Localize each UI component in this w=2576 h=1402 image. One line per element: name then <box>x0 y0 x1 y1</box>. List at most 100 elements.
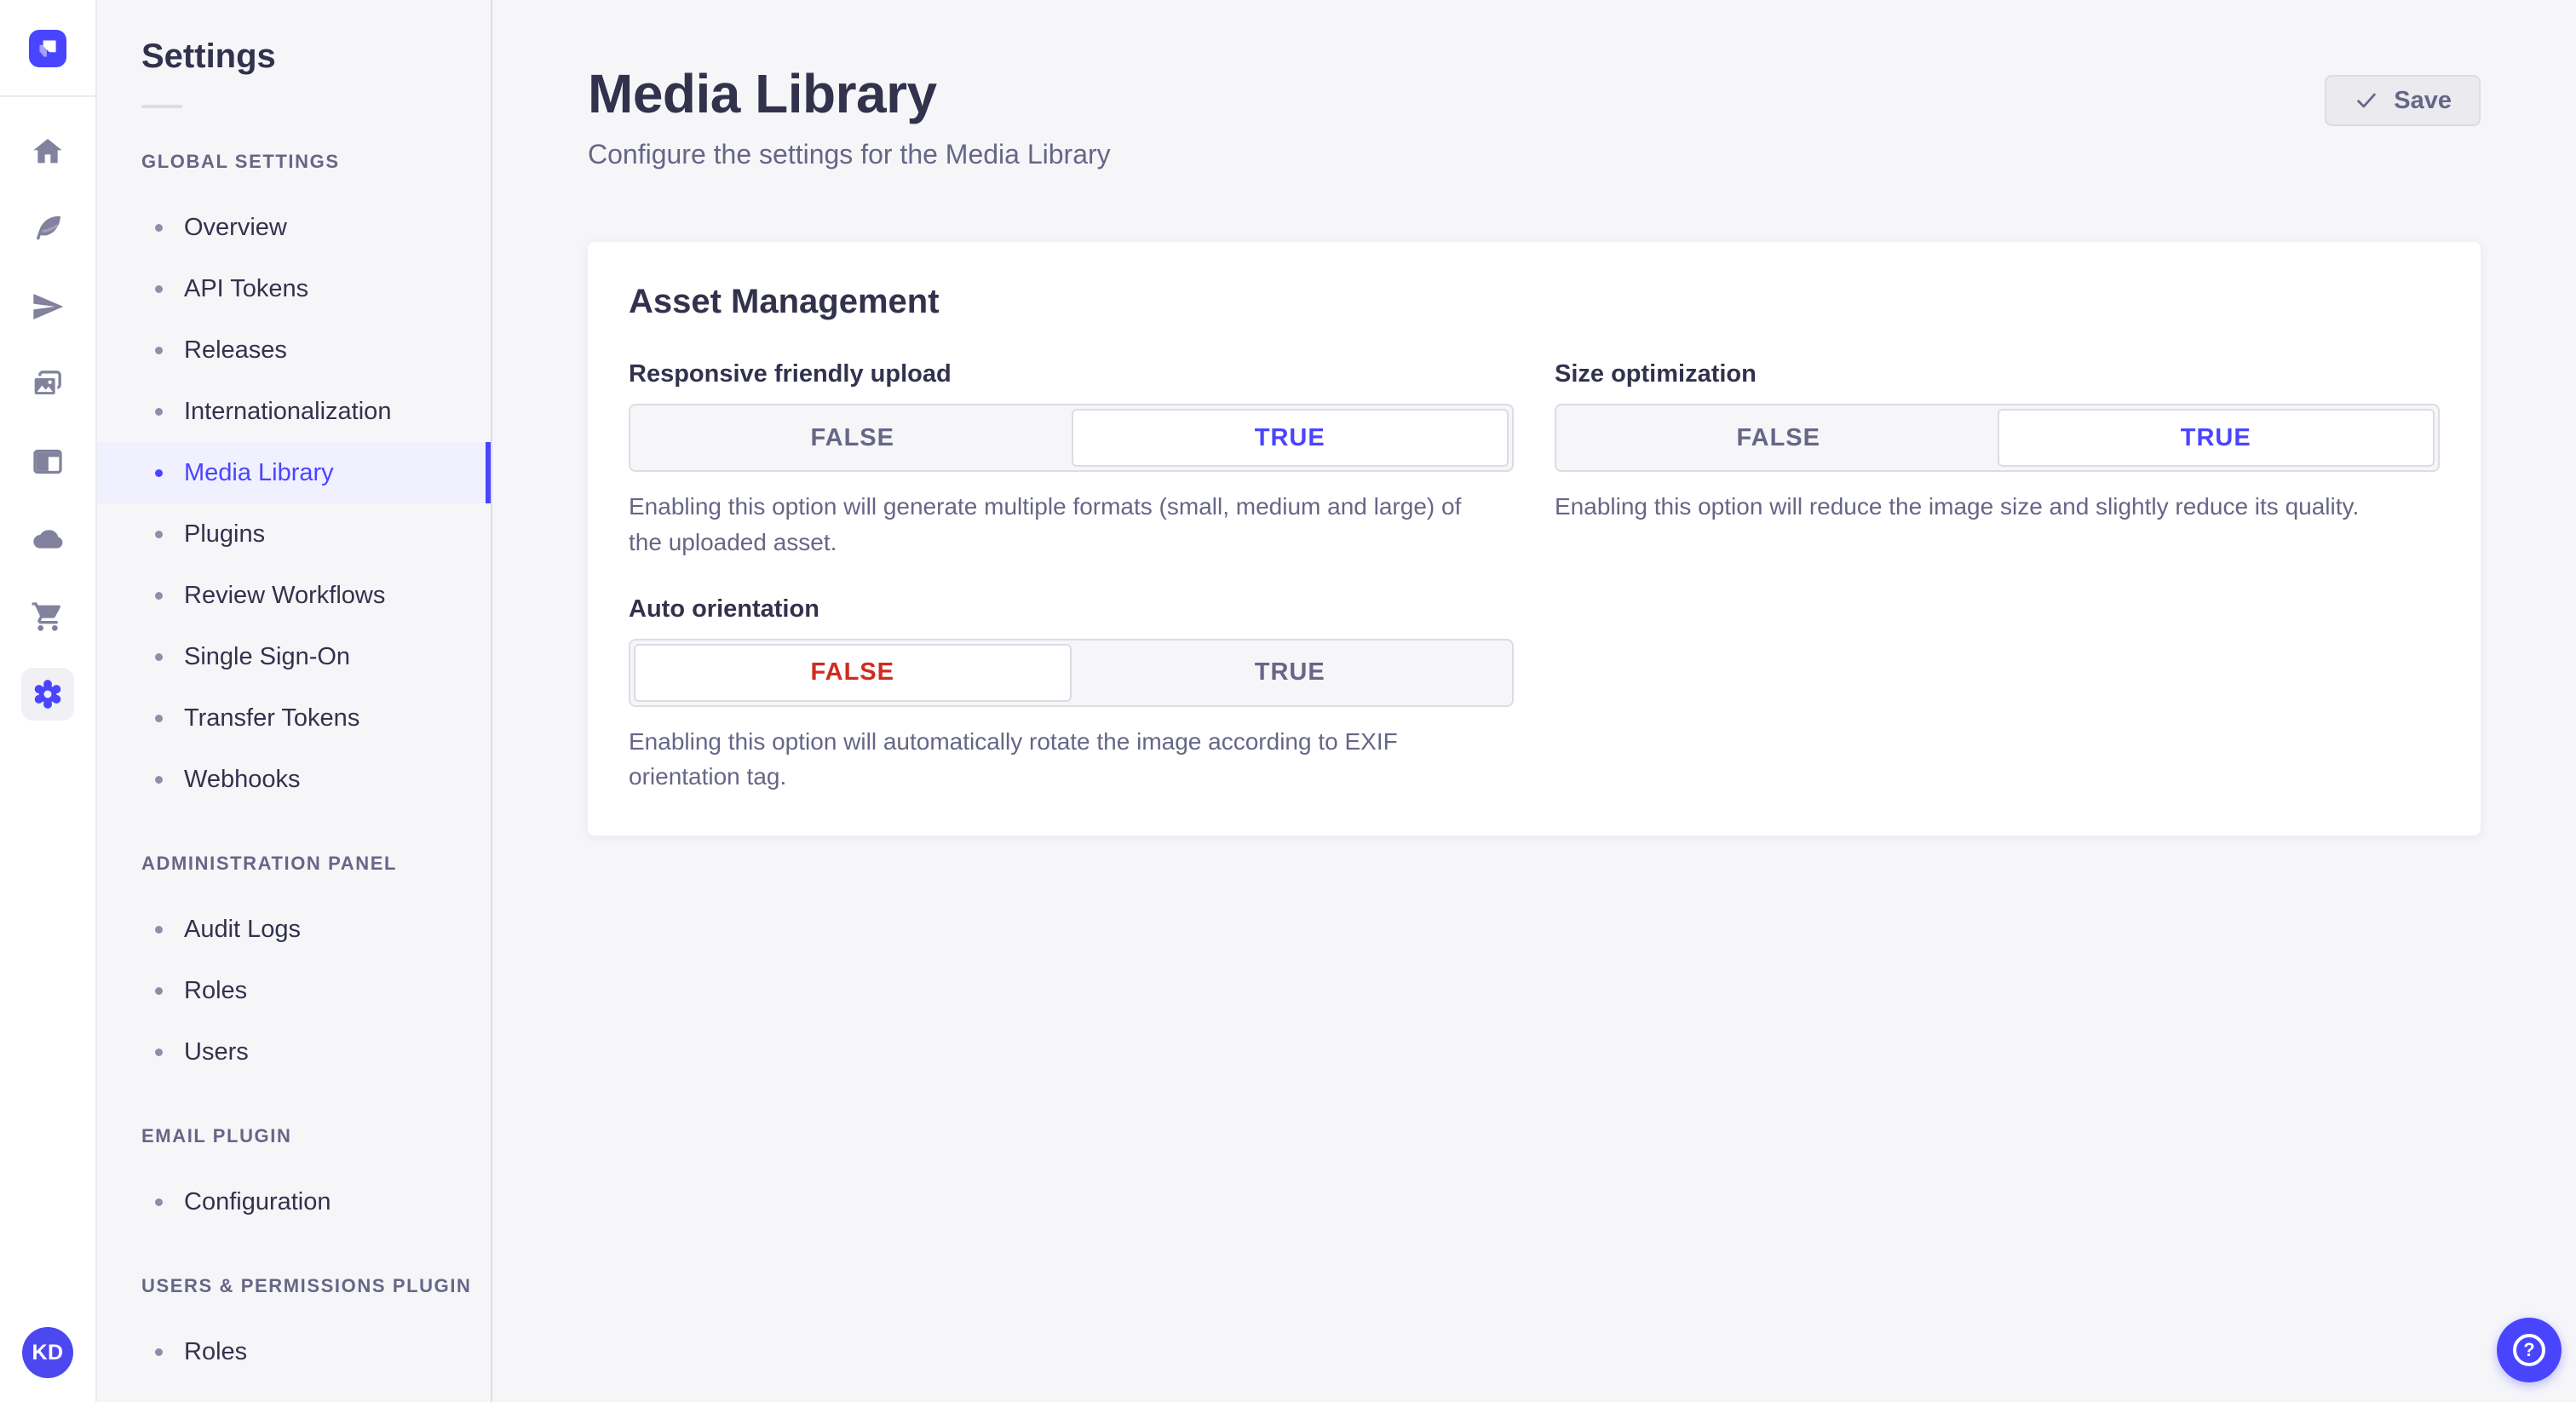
help-button[interactable]: ? <box>2497 1318 2562 1382</box>
rail-item-content-manager[interactable] <box>21 435 74 488</box>
icon-rail: KD <box>0 0 97 1402</box>
sidebar-item-label: Plugins <box>184 520 266 548</box>
rail-item-deploy[interactable] <box>21 280 74 333</box>
subnav-title-rule <box>141 105 182 108</box>
feather-icon <box>36 215 60 240</box>
rail-item-marketplace[interactable] <box>21 590 74 643</box>
asset-management-card: Asset Management Responsive friendly upl… <box>588 242 2481 836</box>
sidebar-item-single-sign-on[interactable]: Single Sign-On <box>97 626 491 687</box>
sidebar-item-label: Providers <box>184 1399 289 1402</box>
size-optimization-false-option[interactable]: FALSE <box>1560 409 1998 467</box>
card-title: Asset Management <box>629 283 940 321</box>
check-icon <box>2357 93 2377 108</box>
auto-orientation-true-option[interactable]: TRUE <box>1072 644 1509 702</box>
sidebar-item-label: Releases <box>184 336 287 364</box>
settings-gear-icon <box>34 680 61 709</box>
sidebar-item-label: Single Sign-On <box>184 642 351 670</box>
page-header-titles: Media Library Configure the settings for… <box>588 63 1111 170</box>
auto-orientation-false-option[interactable]: FALSE <box>634 643 1072 702</box>
rail-item-content-type-builder[interactable] <box>21 203 74 256</box>
bullet-icon <box>155 775 163 784</box>
rail-item-cloud[interactable] <box>21 513 74 566</box>
field-auto-orientation: Auto orientation FALSE TRUE Enabling this o… <box>629 595 1514 795</box>
cloud-icon <box>33 530 63 549</box>
responsive-friendly-upload-false-option[interactable]: FALSE <box>634 409 1072 467</box>
sidebar-item-media-library[interactable]: Media Library <box>97 442 491 503</box>
sidebar-item-label: Overview <box>184 213 287 241</box>
subnav-section-administration-panel: ADMINISTRATION PANEL Audit Logs Roles Users <box>97 853 491 1083</box>
marketplace-cart-icon <box>32 602 61 631</box>
sidebar-item-releases[interactable]: Releases <box>97 319 491 381</box>
rail-divider <box>0 95 95 97</box>
field-responsive-friendly-upload: Responsive friendly upload FALSE TRUE Enabl… <box>629 360 1514 560</box>
bullet-icon <box>155 714 163 722</box>
rail-item-media-library[interactable] <box>21 358 74 411</box>
responsive-friendly-upload-toggle: FALSE TRUE <box>629 404 1514 473</box>
bullet-icon <box>155 407 163 416</box>
content-manager-icon <box>33 449 62 474</box>
responsive-friendly-upload-true-option[interactable]: TRUE <box>1071 409 1509 468</box>
field-size-optimization: Size optimization FALSE TRUE Enabling this … <box>1555 360 2440 560</box>
question-mark-icon: ? <box>2513 1334 2545 1366</box>
sidebar-item-transfer-tokens[interactable]: Transfer Tokens <box>97 687 491 749</box>
sidebar-item-label: Media Library <box>184 458 334 486</box>
sidebar-item-users[interactable]: Users <box>97 1021 491 1083</box>
bullet-icon <box>155 223 163 232</box>
paper-plane-icon <box>33 294 64 319</box>
bullet-icon <box>155 346 163 354</box>
strapi-logo-icon <box>39 40 56 57</box>
sidebar-item-roles[interactable]: Roles <box>97 960 491 1021</box>
subnav-sections: GLOBAL SETTINGS Overview API Tokens Release… <box>97 151 491 1402</box>
strapi-logo[interactable] <box>29 30 66 67</box>
auto-orientation-toggle: FALSE TRUE <box>629 638 1514 707</box>
save-button[interactable]: Save <box>2325 75 2481 126</box>
page-title: Media Library <box>588 63 937 124</box>
sidebar-item-overview[interactable]: Overview <box>97 197 491 258</box>
rail-item-home[interactable] <box>21 125 74 178</box>
settings-subnav: Settings GLOBAL SETTINGS Overview API Toke… <box>97 0 492 1402</box>
rail-item-settings[interactable] <box>21 668 74 721</box>
rail-nav <box>21 125 74 721</box>
sidebar-item-review-workflows[interactable]: Review Workflows <box>97 565 491 626</box>
sidebar-item-configuration[interactable]: Configuration <box>97 1171 491 1232</box>
field-label: Responsive friendly upload <box>629 360 952 388</box>
bullet-icon <box>155 925 163 934</box>
bullet-icon <box>155 530 163 538</box>
media-library-icon <box>32 371 61 397</box>
size-optimization-true-option[interactable]: TRUE <box>1997 409 2435 468</box>
sidebar-item-label: Transfer Tokens <box>184 704 360 732</box>
home-icon <box>33 139 62 164</box>
field-label: Size optimization <box>1555 360 1757 388</box>
main-content: Media Library Configure the settings for… <box>492 0 2576 1402</box>
section-label: GLOBAL SETTINGS <box>141 151 340 172</box>
field-label: Auto orientation <box>629 595 819 623</box>
section-label: USERS & PERMISSIONS PLUGIN <box>141 1275 472 1296</box>
size-optimization-toggle: FALSE TRUE <box>1555 404 2440 473</box>
sidebar-item-label: Internationalization <box>184 397 392 425</box>
subnav-title: Settings <box>141 37 276 75</box>
sidebar-item-roles[interactable]: Roles <box>97 1321 491 1382</box>
bullet-icon <box>155 652 163 661</box>
sidebar-item-label: Review Workflows <box>184 581 386 609</box>
sidebar-item-label: Roles <box>184 1337 248 1365</box>
bullet-icon <box>155 468 163 477</box>
section-label: EMAIL PLUGIN <box>141 1125 292 1146</box>
sidebar-item-audit-logs[interactable]: Audit Logs <box>97 899 491 960</box>
settings-fields-grid: Responsive friendly upload FALSE TRUE Enabl… <box>629 360 2440 795</box>
sidebar-item-internationalization[interactable]: Internationalization <box>97 381 491 442</box>
sidebar-item-webhooks[interactable]: Webhooks <box>97 749 491 810</box>
subnav-section-users-permissions-plugin: USERS & PERMISSIONS PLUGIN Roles Providers <box>97 1275 491 1402</box>
section-label: ADMINISTRATION PANEL <box>141 853 398 874</box>
field-description: Enabling this option will generate multi… <box>629 493 1462 555</box>
sidebar-item-api-tokens[interactable]: API Tokens <box>97 258 491 319</box>
field-description: Enabling this option will reduce the ima… <box>1555 493 2360 520</box>
sidebar-item-providers[interactable]: Providers <box>97 1382 491 1402</box>
sidebar-item-label: Configuration <box>184 1187 331 1215</box>
field-description: Enabling this option will automatically … <box>629 727 1398 790</box>
bullet-icon <box>155 284 163 293</box>
sidebar-item-plugins[interactable]: Plugins <box>97 503 491 565</box>
user-avatar[interactable]: KD <box>22 1327 73 1378</box>
sidebar-item-label: Webhooks <box>184 765 301 793</box>
sidebar-item-label: Audit Logs <box>184 915 302 943</box>
bullet-icon <box>155 1048 163 1056</box>
